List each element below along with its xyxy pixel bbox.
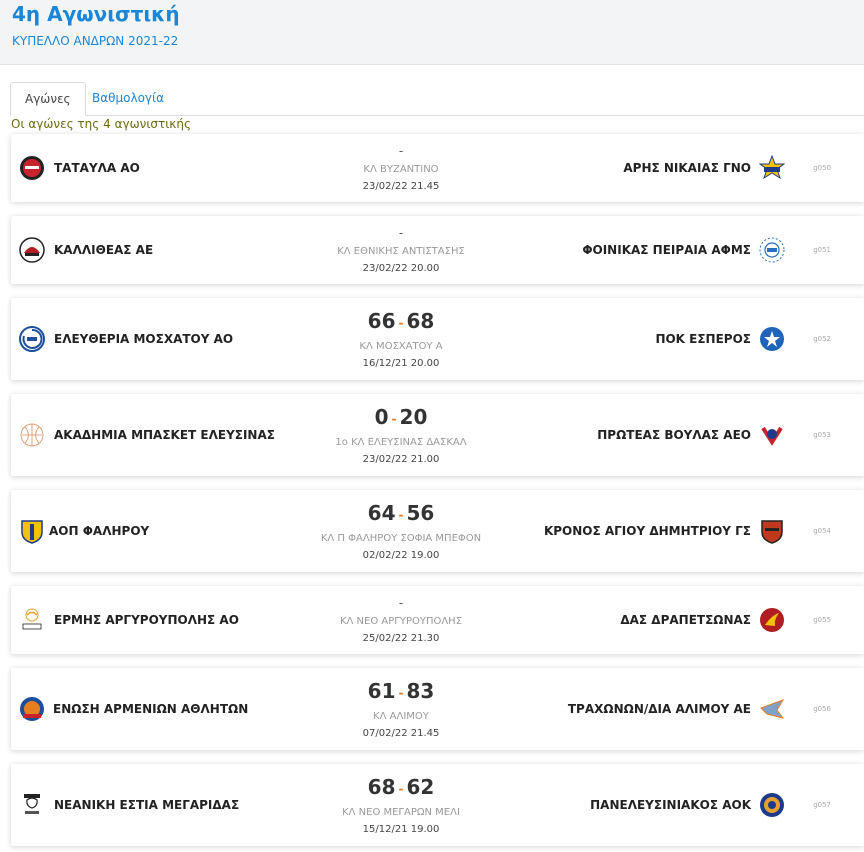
away-team-name[interactable]: ΑΡΗΣ ΝΙΚΑΙΑΣ ΓΝΟ — [623, 161, 751, 175]
home-team-name[interactable]: ΝΕΑΝΙΚΗ ΕΣΤΙΑ ΜΕΓΑΡΙΔΑΣ — [54, 798, 239, 812]
score-pending: - — [398, 144, 404, 158]
away-score: 83 — [406, 679, 435, 703]
venue: ΚΛ ΑΛΙΜΟΥ — [373, 710, 429, 722]
away-team-name[interactable]: ΚΡΟΝΟΣ ΑΓΙΟΥ ΔΗΜΗΤΡΙΟΥ ΓΣ — [544, 524, 751, 538]
das-drapetsonas-logo-icon — [760, 608, 784, 632]
match-code: g056 — [813, 705, 831, 713]
venue: ΚΛ ΝΕΟ ΑΡΓΥΡΟΥΠΟΛΗΣ — [339, 616, 463, 627]
away-score: 62 — [406, 775, 435, 799]
venue: ΚΛ ΕΘΝΙΚΗΣ ΑΝΤΙΣΤΑΣΗΣ — [337, 246, 465, 257]
away-team-name[interactable]: ΔΑΣ ΔΡΑΠΕΤΣΩΝΑΣ — [620, 613, 751, 627]
match-code: g053 — [813, 431, 831, 439]
match-info: - ΚΛ ΝΕΟ ΑΡΓΥΡΟΥΠΟΛΗΣ 25/02/22 21.30 — [301, 596, 501, 646]
match-info: 0-20 1ο ΚΛ ΕΛΕΥΣΙΝΑΣ ΔΑΣΚΑΛ 23/02/22 21.… — [301, 405, 501, 467]
round-caption: Οι αγώνες της 4 αγωνιστικής — [11, 117, 191, 131]
home-team-name[interactable]: ΑΚΑΔΗΜΙΑ ΜΠΑΣΚΕΤ ΕΛΕΥΣΙΝΑΣ — [54, 428, 275, 442]
tab-standings[interactable]: Βαθμολογία — [78, 82, 178, 114]
match-code: g055 — [813, 616, 831, 624]
akadimia-logo-icon — [20, 423, 44, 447]
home-score: 66 — [367, 309, 396, 333]
trachonon-logo-icon — [760, 699, 785, 719]
score-pending: - — [398, 226, 404, 240]
away-score: 56 — [406, 501, 435, 525]
match-datetime: 23/02/22 21.45 — [362, 181, 440, 192]
venue: ΚΛ Π ΦΑΛΗΡΟΥ ΣΟΦΙΑ ΜΠΕΦΟΝ — [320, 532, 482, 544]
home-team-name[interactable]: ΕΛΕΥΘΕΡΙΑ ΜΟΣΧΑΤΟΥ ΑΟ — [54, 332, 233, 346]
match-code: g050 — [813, 164, 831, 172]
match-card[interactable]: ΝΕΑΝΙΚΗ ΕΣΤΙΑ ΜΕΓΑΡΙΔΑΣ 68-62 ΚΛ ΝΕΟ ΜΕΓ… — [11, 764, 864, 846]
final-score: 61-83 — [367, 679, 435, 703]
page-header: 4η Αγωνιστική ΚΥΠΕΛΛΟ ΑΝΔΡΩΝ 2021-22 — [0, 0, 864, 65]
match-datetime: 23/02/22 21.00 — [362, 453, 440, 465]
match-info: 64-56 ΚΛ Π ΦΑΛΗΡΟΥ ΣΟΦΙΑ ΜΠΕΦΟΝ 02/02/22… — [301, 501, 501, 563]
match-code: g054 — [813, 527, 831, 535]
home-team-name[interactable]: ΕΡΜΗΣ ΑΡΓΥΡΟΥΠΟΛΗΣ ΑΟ — [54, 613, 239, 627]
away-team-name[interactable]: ΠΑΝΕΛΕΥΣΙΝΙΑΚΟΣ ΑΟΚ — [590, 798, 751, 812]
match-card[interactable]: ΑΟΠ ΦΑΛΗΡΟΥ 64-56 ΚΛ Π ΦΑΛΗΡΟΥ ΣΟΦΙΑ ΜΠΕ… — [11, 490, 864, 572]
final-score: 64-56 — [367, 501, 435, 525]
match-datetime: 25/02/22 21.30 — [362, 633, 440, 644]
home-score: 61 — [367, 679, 396, 703]
venue: ΚΛ ΝΕΟ ΜΕΓΑΡΩΝ ΜΕΛΙ — [342, 806, 460, 818]
nea-megaridas-logo-icon — [24, 794, 40, 814]
home-team-name[interactable]: ΑΟΠ ΦΑΛΗΡΟΥ — [49, 524, 149, 538]
match-info: - ΚΛ ΒΥΖΑΝΤΙΝΟ 23/02/22 21.45 — [301, 144, 501, 194]
match-datetime: 16/12/21 20.00 — [362, 357, 440, 369]
match-code: g051 — [813, 246, 831, 254]
match-datetime: 02/02/22 19.00 — [362, 549, 440, 561]
kallitheas-logo-icon — [19, 237, 45, 263]
home-team-name[interactable]: ΕΝΩΣΗ ΑΡΜΕΝΙΩΝ ΑΘΛΗΤΩΝ — [53, 702, 248, 716]
home-team-name[interactable]: ΤΑΤΑΥΛΑ ΑΟ — [54, 161, 140, 175]
final-score: 0-20 — [374, 405, 428, 429]
home-score: 68 — [367, 775, 396, 799]
match-info: 61-83 ΚΛ ΑΛΙΜΟΥ 07/02/22 21.45 — [301, 679, 501, 741]
ermis-logo-icon — [22, 608, 42, 630]
home-score: 0 — [374, 405, 389, 429]
eleftheria-logo-icon — [19, 326, 45, 352]
away-team-name[interactable]: ΦΟΙΝΙΚΑΣ ΠΕΙΡΑΙΑ ΑΦΜΣ — [582, 243, 751, 257]
away-team-name[interactable]: ΤΡΑΧΩΝΩΝ/ΔΙΑ ΑΛΙΜΟΥ ΑΕ — [568, 702, 751, 716]
tab-bar: Αγώνες Βαθμολογία — [10, 82, 864, 116]
match-card[interactable]: ΕΛΕΥΘΕΡΙΑ ΜΟΣΧΑΤΟΥ ΑΟ 66-68 ΚΛ ΜΟΣΧΑΤΟΥ … — [11, 298, 864, 380]
panelefsiniakos-logo-icon — [760, 793, 784, 817]
kronos-logo-icon — [761, 520, 783, 544]
tab-matches[interactable]: Αγώνες — [10, 82, 86, 116]
aris-nikaias-logo-icon — [759, 155, 785, 180]
away-team-name[interactable]: ΠΟΚ ΕΣΠΕΡΟΣ — [655, 332, 751, 346]
home-team-name[interactable]: ΚΑΛΛΙΘΕΑΣ ΑΕ — [54, 243, 153, 257]
match-card[interactable]: ΕΡΜΗΣ ΑΡΓΥΡΟΥΠΟΛΗΣ ΑΟ - ΚΛ ΝΕΟ ΑΡΓΥΡΟΥΠΟ… — [11, 586, 864, 654]
match-card[interactable]: ΤΑΤΑΥΛΑ ΑΟ - ΚΛ ΒΥΖΑΝΤΙΝΟ 23/02/22 21.45… — [11, 134, 864, 202]
match-datetime: 07/02/22 21.45 — [362, 727, 440, 739]
away-score: 20 — [399, 405, 428, 429]
match-code: g052 — [813, 335, 831, 343]
match-card[interactable]: ΑΚΑΔΗΜΙΑ ΜΠΑΣΚΕΤ ΕΛΕΥΣΙΝΑΣ 0-20 1ο ΚΛ ΕΛ… — [11, 394, 864, 476]
away-team-name[interactable]: ΠΡΩΤΕΑΣ ΒΟΥΛΑΣ ΑΕΟ — [597, 428, 751, 442]
match-card[interactable]: ΚΑΛΛΙΘΕΑΣ ΑΕ - ΚΛ ΕΘΝΙΚΗΣ ΑΝΤΙΣΤΑΣΗΣ 23/… — [11, 216, 864, 284]
match-info: 66-68 ΚΛ ΜΟΣΧΑΤΟΥ Α 16/12/21 20.00 — [301, 309, 501, 371]
venue: ΚΛ ΒΥΖΑΝΤΙΝΟ — [363, 164, 439, 175]
proteas-logo-icon — [761, 426, 783, 446]
final-score: 68-62 — [367, 775, 435, 799]
match-info: - ΚΛ ΕΘΝΙΚΗΣ ΑΝΤΙΣΤΑΣΗΣ 23/02/22 20.00 — [301, 226, 501, 276]
away-score: 68 — [406, 309, 435, 333]
match-code: g057 — [813, 801, 831, 809]
match-datetime: 23/02/22 20.00 — [362, 263, 440, 274]
final-score: 66-68 — [367, 309, 435, 333]
score-pending: - — [398, 596, 404, 610]
match-card[interactable]: ΕΝΩΣΗ ΑΡΜΕΝΙΩΝ ΑΘΛΗΤΩΝ 61-83 ΚΛ ΑΛΙΜΟΥ 0… — [11, 668, 864, 750]
enosi-armenion-logo-icon — [20, 697, 44, 721]
home-score: 64 — [367, 501, 396, 525]
venue: ΚΛ ΜΟΣΧΑΤΟΥ Α — [359, 340, 443, 352]
match-datetime: 15/12/21 19.00 — [362, 823, 440, 835]
pok-esperos-logo-icon — [760, 327, 784, 351]
aop-falirou-logo-icon — [21, 520, 43, 544]
match-info: 68-62 ΚΛ ΝΕΟ ΜΕΓΑΡΩΝ ΜΕΛΙ 15/12/21 19.00 — [301, 775, 501, 837]
tatavla-logo-icon — [20, 156, 44, 180]
foinikas-logo-icon — [759, 237, 785, 263]
competition-subtitle: ΚΥΠΕΛΛΟ ΑΝΔΡΩΝ 2021-22 — [12, 34, 179, 48]
page-title: 4η Αγωνιστική — [12, 2, 180, 26]
venue: 1ο ΚΛ ΕΛΕΥΣΙΝΑΣ ΔΑΣΚΑΛ — [335, 436, 467, 448]
